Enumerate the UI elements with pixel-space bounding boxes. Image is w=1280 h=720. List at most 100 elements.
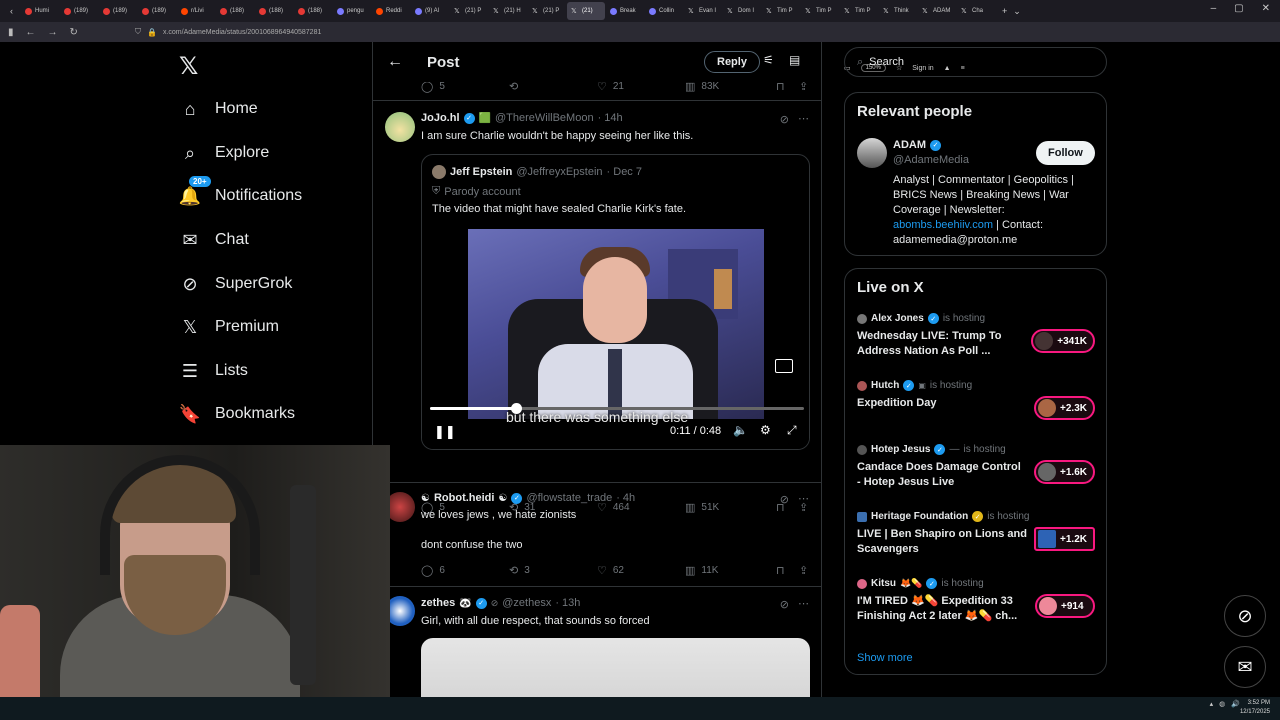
live-item[interactable]: Alex Jones ✓ is hosting Wednesday LIVE: … bbox=[857, 313, 1097, 359]
reply-action[interactable]: ◯ 6 bbox=[421, 564, 445, 577]
reply-button[interactable]: Reply bbox=[704, 51, 760, 73]
quote-author-name[interactable]: Jeff Epstein bbox=[450, 166, 512, 178]
video-progress-bar[interactable] bbox=[430, 403, 804, 414]
repost-action[interactable]: ⟲ 3 bbox=[509, 564, 530, 577]
live-item[interactable]: Heritage Foundation ✓ is hosting LIVE | … bbox=[857, 511, 1097, 557]
nav-supergrok[interactable]: ⊘ SuperGrok bbox=[179, 273, 292, 295]
reply-tweet[interactable]: JoJo.hl ✓ 🟩 @ThereWillBeMoon · 14h ⊘ ⋯ I… bbox=[373, 100, 821, 524]
system-clock[interactable]: 3:52 PM 12/17/2025 bbox=[1240, 699, 1270, 717]
quoted-tweet[interactable]: Jeff Epstein @JeffreyxEpstein · Dec 7 ⛨ … bbox=[421, 154, 810, 450]
author-handle[interactable]: @ThereWillBeMoon bbox=[495, 112, 594, 124]
browser-tab[interactable]: Break bbox=[606, 2, 644, 20]
live-item[interactable]: Kitsu 🦊💊 ✓ is hosting I'M TIRED 🦊💊 Exped… bbox=[857, 578, 1097, 624]
bio-link[interactable]: abombs.beehiiv.com bbox=[893, 219, 993, 231]
tweet-time[interactable]: · 13h bbox=[555, 597, 580, 609]
nav-explore[interactable]: ⌕ Explore bbox=[179, 142, 269, 164]
author-handle[interactable]: @zethesx bbox=[502, 597, 551, 609]
browser-tab[interactable]: Humi bbox=[21, 2, 59, 20]
show-more-link[interactable]: Show more bbox=[857, 652, 913, 664]
minimize-icon[interactable]: – bbox=[1211, 3, 1217, 14]
tweet-time[interactable]: · 14h bbox=[598, 112, 623, 124]
follow-button[interactable]: Follow bbox=[1036, 141, 1095, 165]
picture-in-picture-icon[interactable] bbox=[775, 359, 793, 373]
avatar[interactable] bbox=[857, 138, 887, 168]
browser-tab[interactable]: (189) bbox=[99, 2, 137, 20]
address-bar[interactable]: ⛉ 🔒 x.com/AdameMedia/status/200106896494… bbox=[135, 25, 1080, 39]
nav-bookmarks[interactable]: 🔖 Bookmarks bbox=[179, 403, 295, 425]
author-name[interactable]: Robot.heidi bbox=[434, 492, 495, 504]
nav-chat[interactable]: ✉ Chat bbox=[179, 229, 248, 251]
live-listener-pill[interactable]: +1.6K bbox=[1034, 460, 1095, 484]
tab-overflow-icon[interactable]: ⌄ bbox=[1013, 6, 1021, 17]
nav-premium[interactable]: 𝕏 Premium bbox=[179, 316, 279, 338]
forward-icon[interactable]: → bbox=[48, 27, 58, 38]
video-player[interactable]: but there was something else ❚❚ 0:11 / 0… bbox=[422, 229, 809, 449]
browser-tab[interactable]: (189) bbox=[138, 2, 176, 20]
live-item[interactable]: Hutch ✓ ▣ is hosting Expedition Day +2.3… bbox=[857, 380, 1097, 420]
network-icon[interactable]: ◍ bbox=[1219, 700, 1225, 708]
browser-tab[interactable]: 𝕏 Tim P bbox=[840, 2, 878, 20]
person-handle[interactable]: @AdameMedia bbox=[893, 154, 969, 166]
live-listener-pill[interactable]: +2.3K bbox=[1034, 396, 1095, 420]
more-icon[interactable]: ⋯ bbox=[798, 492, 809, 505]
maximize-icon[interactable]: ▢ bbox=[1234, 3, 1243, 14]
video-progress-handle[interactable] bbox=[511, 403, 523, 414]
browser-tab[interactable]: 𝕏 (21) P bbox=[450, 2, 488, 20]
browser-tab[interactable]: 𝕏 Think bbox=[879, 2, 917, 20]
nav-notifications[interactable]: 🔔 20+ Notifications bbox=[179, 176, 302, 207]
browser-tab[interactable]: 𝕏 Evan I bbox=[684, 2, 722, 20]
reload-icon[interactable]: ↻ bbox=[70, 27, 78, 38]
grok-icon[interactable]: ⊘ bbox=[780, 113, 789, 126]
views-action[interactable]: ▥ 11K bbox=[685, 564, 718, 577]
browser-tab[interactable]: 𝕏 Tim P bbox=[762, 2, 800, 20]
share-action[interactable]: ⇪ bbox=[799, 564, 808, 577]
fullscreen-icon[interactable]: ⤢ bbox=[787, 423, 797, 438]
filter-icon[interactable]: ⚟ bbox=[763, 53, 774, 67]
author-name[interactable]: zethes bbox=[421, 597, 455, 609]
new-tab-icon[interactable]: + bbox=[1002, 6, 1007, 16]
browser-tab[interactable]: (188) bbox=[255, 2, 293, 20]
browser-tab[interactable]: 𝕏 (21) bbox=[567, 2, 605, 20]
volume-icon[interactable]: 🔊 bbox=[1231, 700, 1240, 708]
live-listener-pill[interactable]: +1.2K bbox=[1034, 527, 1095, 551]
tab-list-icon[interactable]: ‹ bbox=[10, 6, 13, 16]
browser-tab[interactable]: 𝕏 Tim P bbox=[801, 2, 839, 20]
avatar[interactable] bbox=[385, 112, 415, 142]
close-icon[interactable]: ✕ bbox=[1262, 3, 1270, 14]
nav-lists[interactable]: ☰ Lists bbox=[179, 360, 248, 382]
sidebar-toggle-icon[interactable]: ▮ bbox=[8, 27, 14, 38]
like-action[interactable]: ♡ 62 bbox=[597, 564, 624, 577]
quote-author-handle[interactable]: @JeffreyxEpstein bbox=[516, 166, 602, 178]
back-arrow-icon[interactable]: ← bbox=[387, 53, 403, 71]
bookmark-action[interactable]: ⊓ bbox=[776, 564, 785, 577]
more-icon[interactable]: ⋯ bbox=[798, 112, 809, 125]
browser-tab[interactable]: (188) bbox=[294, 2, 332, 20]
live-listener-pill[interactable]: +341K bbox=[1031, 329, 1095, 353]
messages-fab[interactable]: ✉ bbox=[1224, 646, 1266, 688]
volume-icon[interactable]: 🔈 bbox=[733, 423, 748, 437]
browser-tab[interactable]: 𝕏 (21) P bbox=[528, 2, 566, 20]
browser-tab[interactable]: r/Livi bbox=[177, 2, 215, 20]
settings-icon[interactable]: ⚙ bbox=[760, 423, 771, 437]
author-name[interactable]: JoJo.hl bbox=[421, 112, 460, 124]
tray-icon[interactable]: ▴ bbox=[1210, 700, 1214, 708]
browser-tab[interactable]: 𝕏 ADAM bbox=[918, 2, 956, 20]
search-input[interactable]: ⌕ Search bbox=[844, 47, 1107, 77]
browser-tab[interactable]: (189) bbox=[60, 2, 98, 20]
tweet-time[interactable]: · 4h bbox=[616, 492, 635, 504]
grok-fab[interactable]: ⊘ bbox=[1224, 595, 1266, 637]
browser-tab[interactable]: 𝕏 Dom I bbox=[723, 2, 761, 20]
nav-home[interactable]: ⌂ Home bbox=[179, 98, 258, 120]
browser-tab[interactable]: 𝕏 Cha bbox=[957, 2, 995, 20]
reader-view-icon[interactable]: ▤ bbox=[789, 53, 800, 67]
more-icon[interactable]: ⋯ bbox=[798, 597, 809, 610]
pause-icon[interactable]: ❚❚ bbox=[434, 424, 456, 440]
browser-tab[interactable]: (9) Al bbox=[411, 2, 449, 20]
back-icon[interactable]: ← bbox=[26, 27, 36, 38]
browser-tab[interactable]: (188) bbox=[216, 2, 254, 20]
grok-icon[interactable]: ⊘ bbox=[780, 598, 789, 611]
person-name[interactable]: ADAM ✓ bbox=[893, 139, 941, 151]
browser-tab[interactable]: Reddi bbox=[372, 2, 410, 20]
browser-tab[interactable]: pengu bbox=[333, 2, 371, 20]
avatar[interactable] bbox=[432, 165, 446, 179]
